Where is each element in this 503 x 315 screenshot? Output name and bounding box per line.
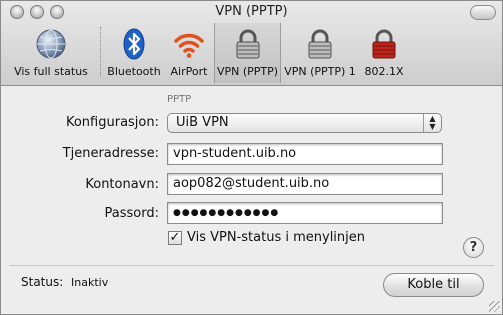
show-status-label[interactable]: Vis VPN-status i menylinjen <box>187 230 365 245</box>
status-label: Status: <box>21 275 64 289</box>
toolbar-item-bluetooth[interactable]: Bluetooth <box>104 23 164 83</box>
toolbar-toggle-button[interactable] <box>470 5 496 20</box>
toolbar-item-airport[interactable]: AirPort <box>165 23 213 83</box>
toolbar-item-label: VPN (PPTP) 1 <box>284 65 356 78</box>
password-label: Passord: <box>104 206 159 221</box>
vpn-window: VPN (PPTP) Vis full status Bluetooth Air… <box>0 0 503 315</box>
toolbar-separator <box>100 27 101 77</box>
show-status-checkbox[interactable]: ✓ <box>168 231 182 245</box>
window-title: VPN (PPTP) <box>215 4 288 19</box>
toolbar-item-vpn-pptp[interactable]: VPN (PPTP) <box>214 23 281 83</box>
lock-icon <box>372 29 396 59</box>
server-label: Tjeneradresse: <box>62 146 159 161</box>
status-value: Inaktiv <box>71 276 109 289</box>
toolbar-item-label: AirPort <box>170 65 208 78</box>
lock-icon <box>236 29 259 59</box>
toolbar-item-full-status[interactable]: Vis full status <box>5 23 97 83</box>
toolbar-item-vpn-pptp-1[interactable]: VPN (PPTP) 1 <box>282 23 358 83</box>
account-label: Kontonavn: <box>85 177 159 192</box>
toolbar-item-label: Bluetooth <box>107 65 161 78</box>
checkmark-icon: ✓ <box>169 230 181 245</box>
toolbar-item-label: VPN (PPTP) <box>216 65 279 78</box>
toolbar-item-label: 802.1X <box>364 65 404 78</box>
section-label: PPTP <box>167 94 192 105</box>
help-button[interactable]: ? <box>463 237 484 258</box>
airport-wifi-icon <box>174 33 204 58</box>
updown-arrows-icon: ▲ ▼ <box>423 114 441 132</box>
connect-button[interactable]: Koble til <box>383 273 484 297</box>
toolbar-item-8021x[interactable]: 802.1X <box>359 23 409 83</box>
config-select-value: UiB VPN <box>176 115 229 130</box>
divider <box>9 265 494 266</box>
bluetooth-icon <box>123 28 145 60</box>
toolbar-item-label: Vis full status <box>14 65 88 78</box>
lock-icon <box>308 29 332 59</box>
server-address-field[interactable]: vpn-student.uib.no <box>167 143 443 165</box>
config-select[interactable]: UiB VPN ▲ ▼ <box>167 113 442 133</box>
titlebar: VPN (PPTP) Vis full status Bluetooth Air… <box>1 1 502 86</box>
config-label: Konfigurasjon: <box>65 115 159 130</box>
resize-grip[interactable] <box>489 301 500 312</box>
account-name-field[interactable]: aop082@student.uib.no <box>167 173 443 195</box>
password-field[interactable]: ●●●●●●●●●●●● <box>167 202 443 224</box>
network-globe-icon <box>36 29 66 59</box>
